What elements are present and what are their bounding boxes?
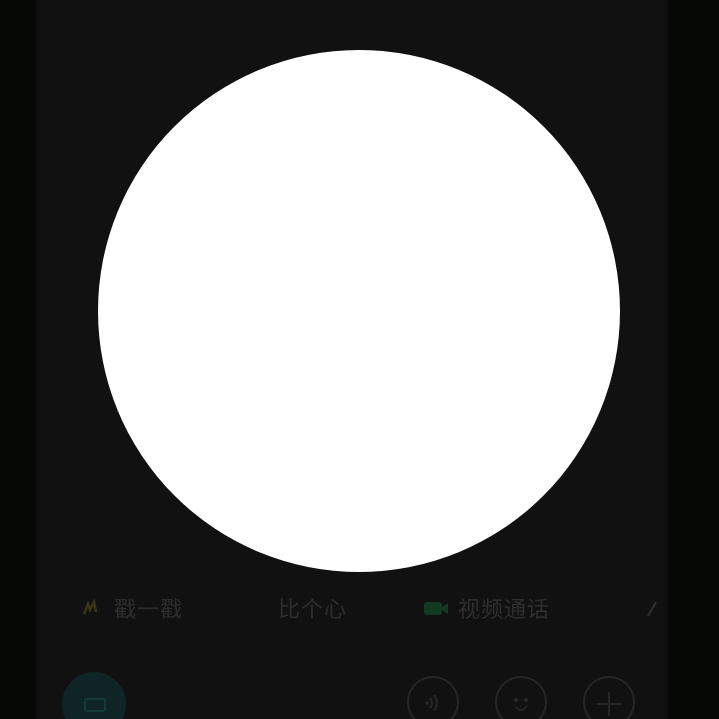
quick-action-label: 视频通话: [458, 598, 551, 623]
quick-action-poke[interactable]: 戳一戳: [78, 592, 183, 624]
keyboard-toggle-button[interactable]: [62, 672, 126, 719]
poke-icon: [78, 598, 106, 618]
keyboard-icon: [84, 698, 106, 712]
quick-action-music[interactable]: [644, 592, 668, 624]
media-preview-circle[interactable]: [98, 50, 620, 572]
video-call-icon: [422, 598, 450, 618]
quick-action-heart[interactable]: 比个心: [278, 592, 347, 624]
quick-action-label: 比个心: [278, 598, 348, 623]
screen: 戳一戳 比个心 视频通话: [0, 0, 719, 719]
music-icon: [644, 598, 668, 618]
quick-action-row: 戳一戳 比个心 视频通话: [78, 592, 668, 624]
input-toolbar: [36, 660, 668, 719]
voice-button[interactable]: [407, 676, 459, 719]
quick-action-video-call[interactable]: 视频通话: [422, 592, 550, 624]
quick-action-label: 戳一戳: [114, 598, 184, 623]
emoji-icon: [506, 678, 536, 719]
more-options-button[interactable]: [583, 676, 635, 719]
voice-icon: [418, 678, 448, 719]
plus-icon: [594, 678, 624, 719]
emoji-button[interactable]: [495, 676, 547, 719]
